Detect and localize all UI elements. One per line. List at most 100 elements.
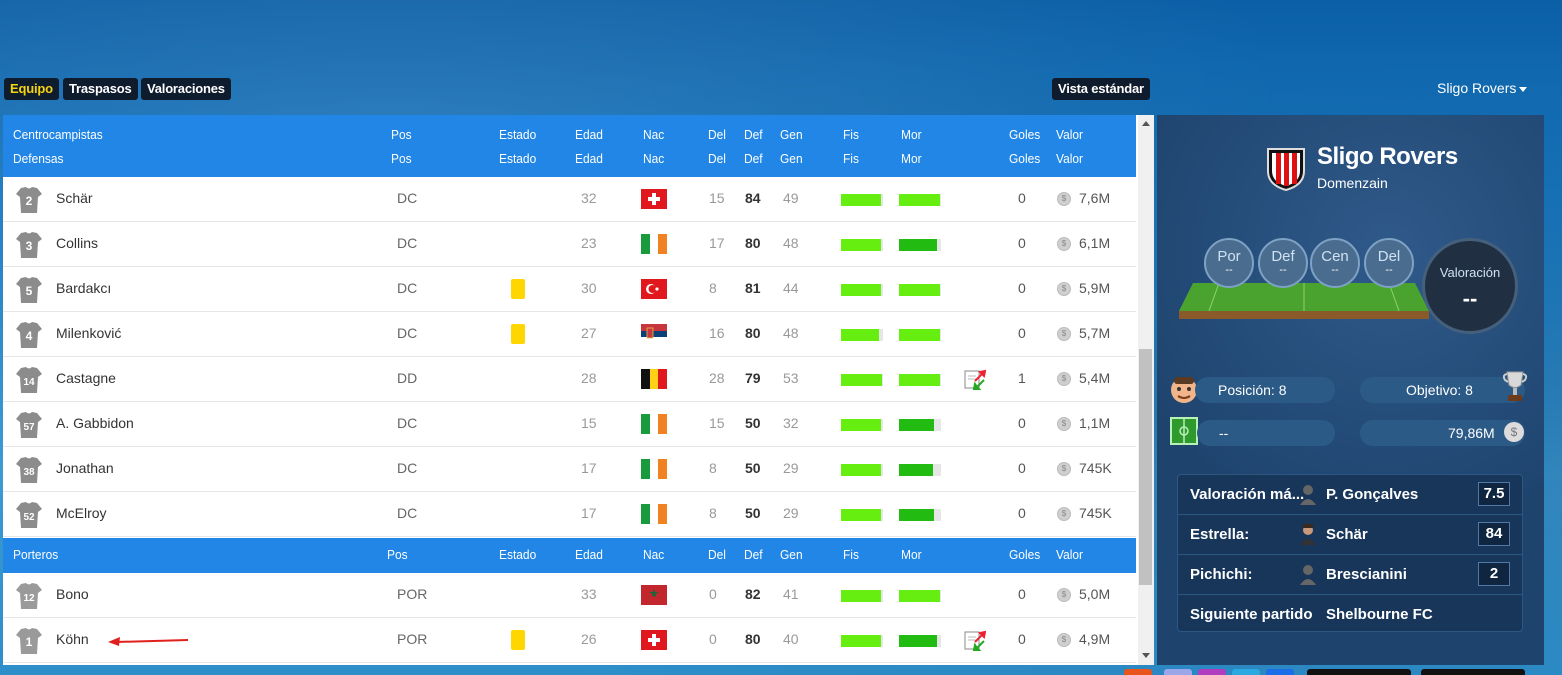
col-header-edad[interactable]: Edad bbox=[575, 547, 603, 562]
scroll-up-arrow-icon[interactable] bbox=[1142, 121, 1150, 126]
col-header-nac[interactable]: Nac bbox=[643, 151, 664, 166]
tab-equipo[interactable]: Equipo bbox=[4, 78, 59, 100]
col-header-def[interactable]: Def bbox=[744, 151, 763, 166]
team-selector[interactable]: Sligo Rovers bbox=[1437, 80, 1528, 96]
fitness-bar-fill bbox=[841, 284, 881, 296]
best-rating-row[interactable]: Valoración má... P. Gonçalves 7.5 bbox=[1178, 475, 1522, 515]
player-value: 6,1M bbox=[1079, 235, 1111, 251]
col-header-def[interactable]: Def bbox=[744, 127, 763, 142]
col-header-goles[interactable]: Goles bbox=[1009, 151, 1040, 166]
info-player[interactable]: P. Gonçalves bbox=[1326, 486, 1418, 503]
col-header-del[interactable]: Del bbox=[708, 547, 726, 562]
col-header-pos[interactable]: Pos bbox=[387, 547, 408, 562]
top-scorer-row[interactable]: Pichichi: Brescianini 2 bbox=[1178, 555, 1522, 595]
col-header-estado[interactable]: Estado bbox=[499, 127, 536, 142]
player-position: DC bbox=[397, 235, 418, 251]
player-name[interactable]: McElroy bbox=[56, 505, 107, 521]
col-header-fis[interactable]: Fis bbox=[843, 127, 859, 142]
col-header-goles[interactable]: Goles bbox=[1009, 547, 1040, 562]
player-name[interactable]: Bardakcı bbox=[56, 280, 111, 296]
player-age: 30 bbox=[581, 280, 597, 296]
player-age: 32 bbox=[581, 190, 597, 206]
col-header-del[interactable]: Del bbox=[708, 151, 726, 166]
col-header-mor[interactable]: Mor bbox=[901, 151, 922, 166]
col-header-estado[interactable]: Estado bbox=[499, 151, 536, 166]
col-header-fis[interactable]: Fis bbox=[843, 151, 859, 166]
scroll-thumb[interactable] bbox=[1139, 349, 1152, 585]
info-player[interactable]: Schär bbox=[1326, 526, 1368, 543]
col-header-valor[interactable]: Valor bbox=[1056, 547, 1083, 562]
col-header-gen[interactable]: Gen bbox=[780, 151, 803, 166]
player-name[interactable]: Schär bbox=[56, 190, 93, 206]
player-gen: 44 bbox=[783, 280, 799, 296]
player-name[interactable]: Collins bbox=[56, 235, 98, 251]
next-match-row[interactable]: Siguiente partido Shelbourne FC bbox=[1178, 595, 1522, 635]
col-header-nac[interactable]: Nac bbox=[643, 127, 664, 142]
tab-traspasos[interactable]: Traspasos bbox=[63, 78, 138, 100]
col-header-def[interactable]: Def bbox=[744, 547, 763, 562]
col-header-edad[interactable]: Edad bbox=[575, 151, 603, 166]
player-name[interactable]: Jonathan bbox=[56, 460, 114, 476]
col-header-goles[interactable]: Goles bbox=[1009, 127, 1040, 142]
player-row[interactable]: 12 Bono POR 33 0 82 41 0 $5,0M bbox=[3, 573, 1136, 618]
player-gen: 29 bbox=[783, 460, 799, 476]
player-row[interactable]: 57 A. Gabbidon DC 15 15 50 32 0 $1,1M bbox=[3, 402, 1136, 447]
player-name[interactable]: Milenković bbox=[56, 325, 121, 341]
player-position: DC bbox=[397, 280, 418, 296]
group-label-porteros[interactable]: Porteros bbox=[13, 547, 58, 562]
col-header-valor[interactable]: Valor bbox=[1056, 127, 1083, 142]
col-header-gen[interactable]: Gen bbox=[780, 547, 803, 562]
player-row[interactable]: 38 Jonathan DC 17 8 50 29 0 $745K bbox=[3, 447, 1136, 492]
player-name[interactable]: Köhn bbox=[56, 631, 89, 647]
player-name[interactable]: A. Gabbidon bbox=[56, 415, 134, 431]
col-header-edad[interactable]: Edad bbox=[575, 127, 603, 142]
player-silhouette-icon bbox=[1300, 565, 1316, 585]
transfer-icon[interactable] bbox=[964, 368, 987, 390]
col-header-del[interactable]: Del bbox=[708, 127, 726, 142]
line-rating-por[interactable]: Por -- bbox=[1204, 238, 1254, 288]
player-value: 5,0M bbox=[1079, 586, 1111, 602]
svg-text:38: 38 bbox=[23, 467, 35, 478]
col-header-mor[interactable]: Mor bbox=[901, 127, 922, 142]
player-name[interactable]: Bono bbox=[56, 586, 89, 602]
player-row[interactable]: 4 Milenković DC 27 16 80 48 0 $5,7M bbox=[3, 312, 1136, 357]
group-label-defensas[interactable]: Defensas bbox=[13, 151, 64, 166]
scroll-down-arrow-icon[interactable] bbox=[1142, 653, 1150, 658]
line-rating-def[interactable]: Def -- bbox=[1258, 238, 1308, 288]
col-header-estado[interactable]: Estado bbox=[499, 547, 536, 562]
star-player-row[interactable]: Estrella: Schär 84 bbox=[1178, 515, 1522, 555]
line-rating-del[interactable]: Del -- bbox=[1364, 238, 1414, 288]
player-row[interactable]: 5 Bardakcı DC 30 8 81 44 0 $5,9M bbox=[3, 267, 1136, 312]
col-header-fis[interactable]: Fis bbox=[843, 547, 859, 562]
rating-value: -- bbox=[1462, 286, 1478, 311]
col-header-mor[interactable]: Mor bbox=[901, 547, 922, 562]
col-header-pos[interactable]: Pos bbox=[391, 127, 412, 142]
player-row[interactable]: 2 Schär DC 32 15 84 49 0 $7,6M bbox=[3, 177, 1136, 222]
line-rating-cen[interactable]: Cen -- bbox=[1310, 238, 1360, 288]
info-opponent[interactable]: Shelbourne FC bbox=[1326, 606, 1433, 623]
group-label-centrocampistas[interactable]: Centrocampistas bbox=[13, 127, 103, 142]
player-row[interactable]: 52 McElroy DC 17 8 50 29 0 $745K bbox=[3, 492, 1136, 537]
vista-estandar-button[interactable]: Vista estándar bbox=[1052, 78, 1150, 100]
player-row[interactable]: 14 Castagne DD 28 28 79 53 1 $5,4M bbox=[3, 357, 1136, 402]
player-row[interactable]: 3 Collins DC 23 17 80 48 0 $6,1M bbox=[3, 222, 1136, 267]
fitness-bar bbox=[841, 509, 883, 521]
fitness-bar-fill bbox=[841, 635, 881, 647]
tab-valoraciones[interactable]: Valoraciones bbox=[141, 78, 231, 100]
player-def: 80 bbox=[745, 325, 761, 341]
morale-bar-fill bbox=[899, 509, 934, 521]
col-header-nac[interactable]: Nac bbox=[643, 547, 664, 562]
shirt-number-icon: 5 bbox=[15, 276, 43, 304]
info-player[interactable]: Brescianini bbox=[1326, 566, 1407, 583]
col-header-gen[interactable]: Gen bbox=[780, 127, 803, 142]
svg-text:3: 3 bbox=[26, 239, 33, 253]
col-header-valor[interactable]: Valor bbox=[1056, 151, 1083, 166]
col-header-pos[interactable]: Pos bbox=[391, 151, 412, 166]
shirt-number-icon: 4 bbox=[15, 321, 43, 349]
player-name[interactable]: Castagne bbox=[56, 370, 116, 386]
transfer-icon[interactable] bbox=[964, 629, 987, 651]
morale-bar-fill bbox=[899, 239, 937, 251]
scrollbar[interactable] bbox=[1138, 115, 1154, 665]
svg-text:52: 52 bbox=[23, 512, 35, 523]
player-gen: 48 bbox=[783, 235, 799, 251]
